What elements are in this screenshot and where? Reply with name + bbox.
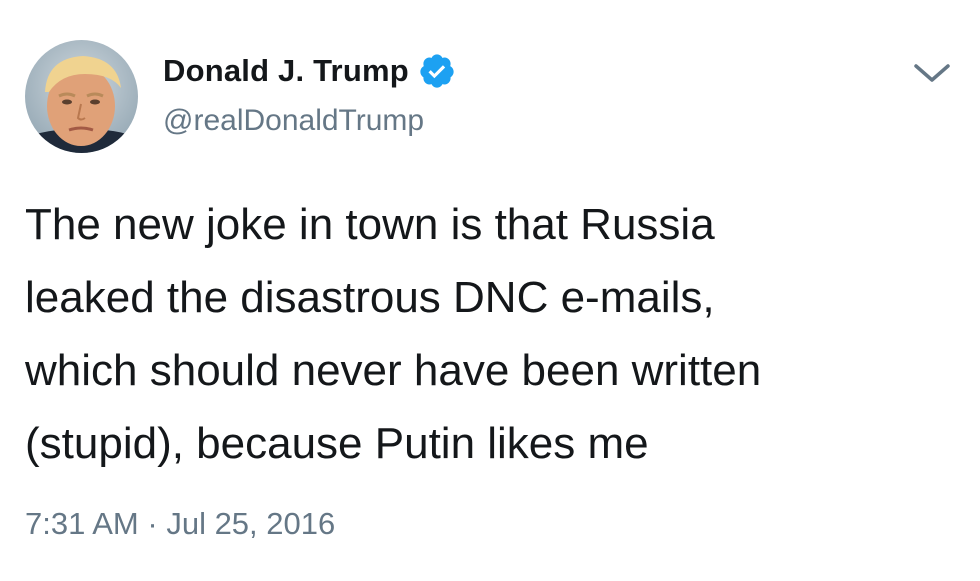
profile-avatar-icon: [25, 40, 138, 153]
tweet-timestamp[interactable]: 7:31 AM · Jul 25, 2016: [25, 506, 335, 542]
author-handle[interactable]: @realDonaldTrump: [163, 104, 424, 138]
tweet-text-line: (stupid), because Putin likes me: [25, 419, 649, 468]
tweet-text-line: which should never have been written: [25, 346, 762, 395]
tweet-date[interactable]: Jul 25, 2016: [166, 506, 335, 541]
chevron-down-icon[interactable]: [910, 58, 954, 88]
tweet-time[interactable]: 7:31 AM: [25, 506, 139, 541]
avatar[interactable]: [25, 40, 138, 153]
author-display-name[interactable]: Donald J. Trump: [163, 53, 409, 89]
author-name-row[interactable]: Donald J. Trump: [163, 52, 456, 90]
timestamp-separator: ·: [147, 506, 158, 541]
tweet-text-line: The new joke in town is that Russia: [25, 200, 715, 249]
tweet-text: The new joke in town is that Russia leak…: [25, 188, 960, 480]
tweet-card: Donald J. Trump @realDonaldTrump The new…: [0, 0, 980, 581]
verified-badge-icon: [418, 52, 456, 90]
tweet-text-line: leaked the disastrous DNC e-mails,: [25, 273, 715, 322]
